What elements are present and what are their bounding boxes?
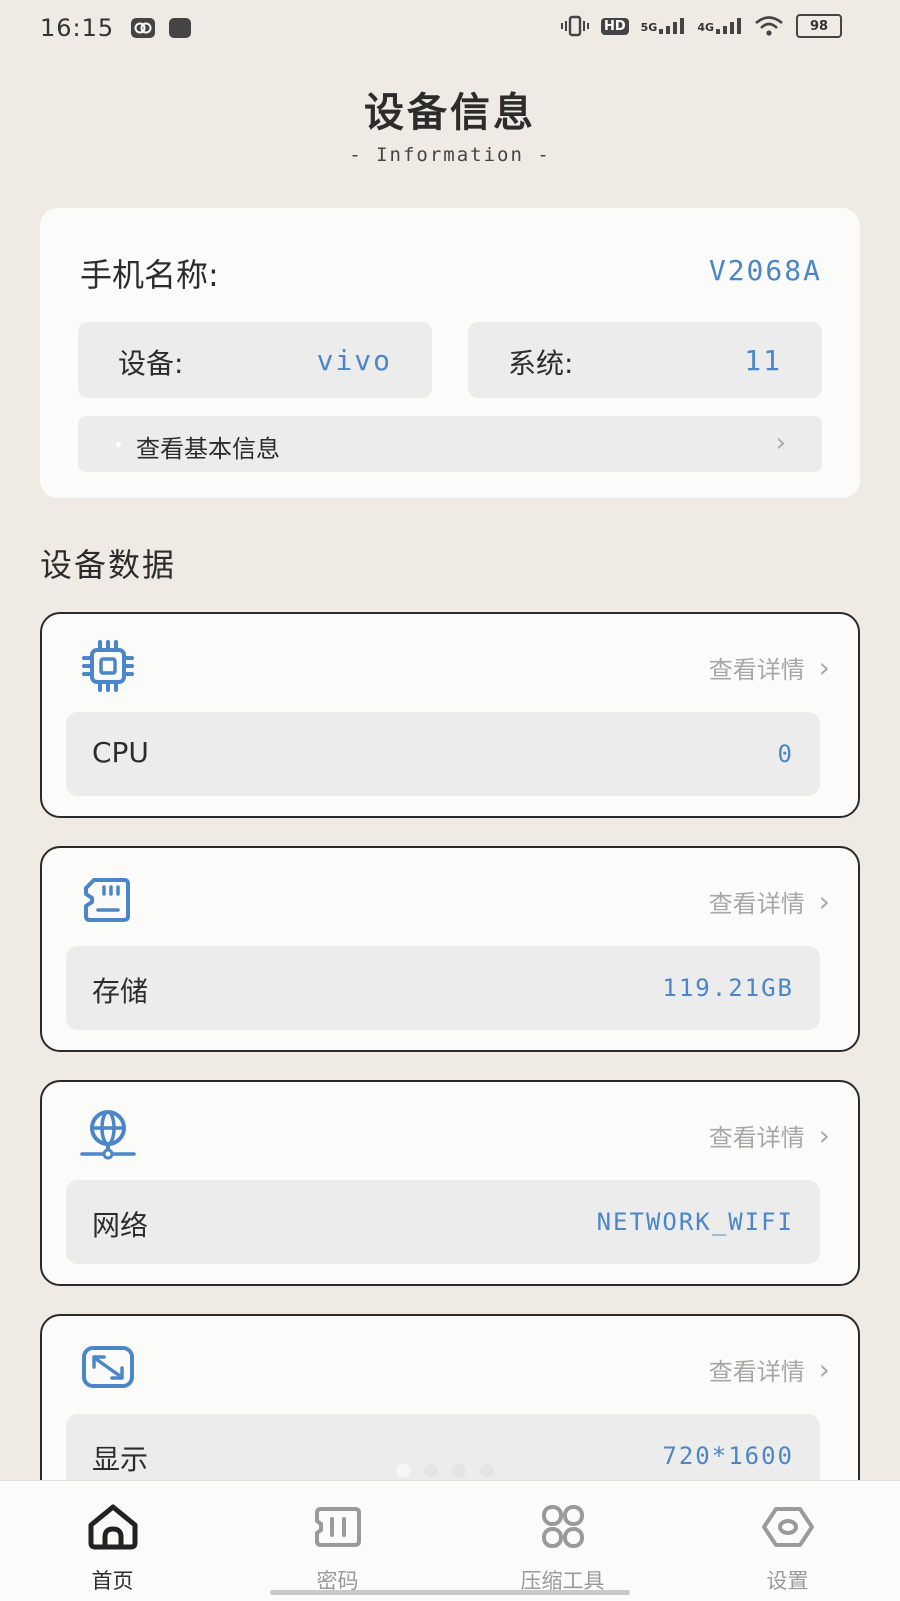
- signal-bars-icon: [716, 18, 741, 34]
- storage-card[interactable]: 查看详情 › 存储 119.21GB: [40, 846, 860, 1052]
- nav-settings-label: 设置: [766, 1569, 809, 1593]
- page-dot: [480, 1464, 494, 1478]
- phone-name-value: V2068A: [708, 254, 822, 287]
- view-basic-info-label: 查看基本信息: [136, 435, 280, 463]
- view-details-link[interactable]: 查看详情 ›: [709, 1118, 830, 1153]
- battery-indicator: 98: [796, 14, 842, 38]
- device-info-card: 手机名称: V2068A 设备: vivo 系统: 11 查看基本信息 ›: [40, 208, 860, 498]
- home-icon: [88, 1504, 138, 1550]
- view-basic-info-row[interactable]: 查看基本信息 ›: [78, 416, 822, 472]
- nav-settings[interactable]: 设置: [675, 1481, 900, 1601]
- device-label: 设备:: [118, 347, 184, 380]
- system-label: 系统:: [508, 347, 574, 380]
- row-dot: [116, 442, 121, 447]
- password-icon: [315, 1507, 361, 1547]
- chevron-right-icon: ›: [818, 885, 830, 918]
- display-value: 720*1600: [662, 1442, 794, 1470]
- storage-icon: [84, 878, 130, 922]
- cpu-card[interactable]: 查看详情 › CPU 0: [40, 612, 860, 818]
- system-value: 11: [744, 344, 782, 377]
- nav-home-label: 首页: [91, 1569, 134, 1593]
- chevron-right-icon: ›: [818, 1119, 830, 1152]
- display-label: 显示: [92, 1443, 149, 1476]
- device-value: vivo: [316, 344, 392, 377]
- vibrate-icon: [560, 15, 589, 37]
- view-details-link[interactable]: 查看详情 ›: [709, 650, 830, 685]
- storage-label: 存储: [92, 975, 149, 1008]
- page-subtitle: - Information -: [349, 144, 551, 166]
- chevron-right-icon: ›: [818, 1353, 830, 1386]
- status-time: 16:15: [40, 14, 115, 42]
- nav-home[interactable]: 首页: [0, 1481, 225, 1601]
- cpu-value-box: CPU 0: [66, 712, 820, 796]
- nav-password[interactable]: 密码: [225, 1481, 450, 1601]
- network-label: 网络: [92, 1209, 149, 1242]
- hd-badge: HD: [600, 17, 629, 35]
- view-details-link[interactable]: 查看详情 ›: [709, 884, 830, 919]
- storage-value-box: 存储 119.21GB: [66, 946, 820, 1030]
- network-value: NETWORK_WIFI: [596, 1208, 794, 1236]
- page-dot: [396, 1464, 410, 1478]
- network-value-box: 网络 NETWORK_WIFI: [66, 1180, 820, 1264]
- network-icon: [80, 1110, 136, 1160]
- cpu-label: CPU: [92, 736, 149, 769]
- signal-5g: 5G: [641, 18, 686, 34]
- cpu-icon: [82, 640, 134, 692]
- app-notification-icon: [169, 18, 191, 38]
- storage-value: 119.21GB: [662, 974, 794, 1002]
- settings-icon: [762, 1507, 814, 1547]
- bottom-nav: 首页 密码 压缩工具 设置: [0, 1480, 900, 1601]
- status-icons: HD 5G 4G 98: [560, 14, 842, 38]
- page-indicator: [396, 1464, 494, 1478]
- home-indicator[interactable]: [270, 1590, 630, 1595]
- chevron-right-icon: ›: [818, 651, 830, 684]
- chevron-right-icon: ›: [775, 428, 786, 458]
- view-details-link[interactable]: 查看详情 ›: [709, 1352, 830, 1387]
- page-dot: [424, 1464, 438, 1478]
- cpu-value: 0: [777, 740, 794, 768]
- section-title: 设备数据: [40, 546, 177, 584]
- grid-icon: [542, 1505, 584, 1548]
- status-bar: 16:15 HD 5G 4G 98: [0, 0, 900, 58]
- wifi-icon: [755, 16, 783, 36]
- nav-compress-tools[interactable]: 压缩工具: [450, 1481, 675, 1601]
- network-card[interactable]: 查看详情 › 网络 NETWORK_WIFI: [40, 1080, 860, 1286]
- system-box: 系统: 11: [468, 322, 822, 398]
- signal-4g: 4G: [697, 18, 742, 34]
- page-title: 设备信息: [364, 90, 536, 136]
- signal-bars-icon: [659, 18, 685, 34]
- notification-icon: [131, 18, 155, 38]
- page-dot: [452, 1464, 466, 1478]
- display-icon: [82, 1346, 134, 1388]
- phone-name-label: 手机名称:: [80, 256, 219, 294]
- device-box: 设备: vivo: [78, 322, 432, 398]
